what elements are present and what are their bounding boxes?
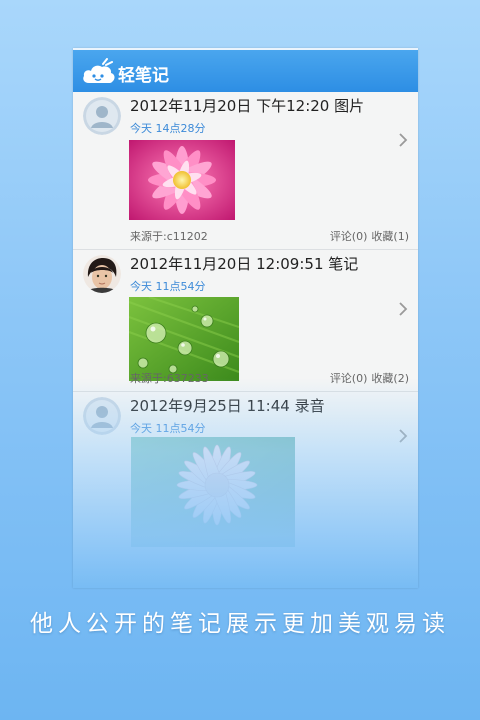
cloud-logo-icon — [83, 58, 115, 83]
list-item[interactable]: 2012年11月20日 下午12:20 图片 今天 14点28分 来源于:c11… — [73, 92, 418, 250]
note-title: 2012年11月20日 12:09:51 笔记 — [130, 255, 359, 273]
app-screen: 轻笔记 2012年11月20日 下午12:20 图片 今天 14点28分 来源于… — [73, 48, 418, 588]
note-actions: 评论(0) 收藏(1) — [326, 228, 409, 244]
promo-caption: 他人公开的笔记展示更加美观易读 — [30, 611, 450, 637]
default-avatar-icon — [83, 397, 121, 435]
note-time: 今天 14点28分 — [130, 122, 206, 135]
note-source: 来源于:637233 — [130, 372, 209, 385]
note-title: 2012年9月25日 11:44 录音 — [130, 397, 325, 415]
chevron-right-icon — [399, 302, 408, 316]
note-time: 今天 11点54分 — [130, 280, 206, 293]
note-time: 今天 11点54分 — [130, 422, 206, 435]
favorites-link[interactable]: 收藏(2) — [371, 372, 409, 385]
list-item[interactable]: 2012年9月25日 11:44 录音 今天 11点54分 — [73, 392, 418, 588]
chevron-right-icon — [399, 429, 408, 443]
comments-link[interactable]: 评论(0) — [330, 230, 368, 243]
title-bar: 轻笔记 — [73, 48, 418, 92]
note-source: 来源于:c11202 — [130, 230, 208, 243]
user-photo-avatar — [83, 255, 121, 293]
note-list: 2012年11月20日 下午12:20 图片 今天 14点28分 来源于:c11… — [73, 92, 418, 588]
comments-link[interactable]: 评论(0) — [330, 372, 368, 385]
favorites-link[interactable]: 收藏(1) — [371, 230, 409, 243]
note-image-water-drops[interactable] — [129, 297, 239, 381]
note-actions: 评论(0) 收藏(2) — [326, 370, 409, 386]
note-title: 2012年11月20日 下午12:20 图片 — [130, 97, 365, 115]
list-item[interactable]: 2012年11月20日 12:09:51 笔记 今天 11点54分 来源于:63… — [73, 250, 418, 392]
app-title: 轻笔记 — [118, 66, 169, 86]
chevron-right-icon — [399, 133, 408, 147]
note-image-pink-flower[interactable] — [129, 140, 235, 220]
note-image-white-flower[interactable] — [131, 437, 295, 547]
default-avatar-icon — [83, 97, 121, 135]
